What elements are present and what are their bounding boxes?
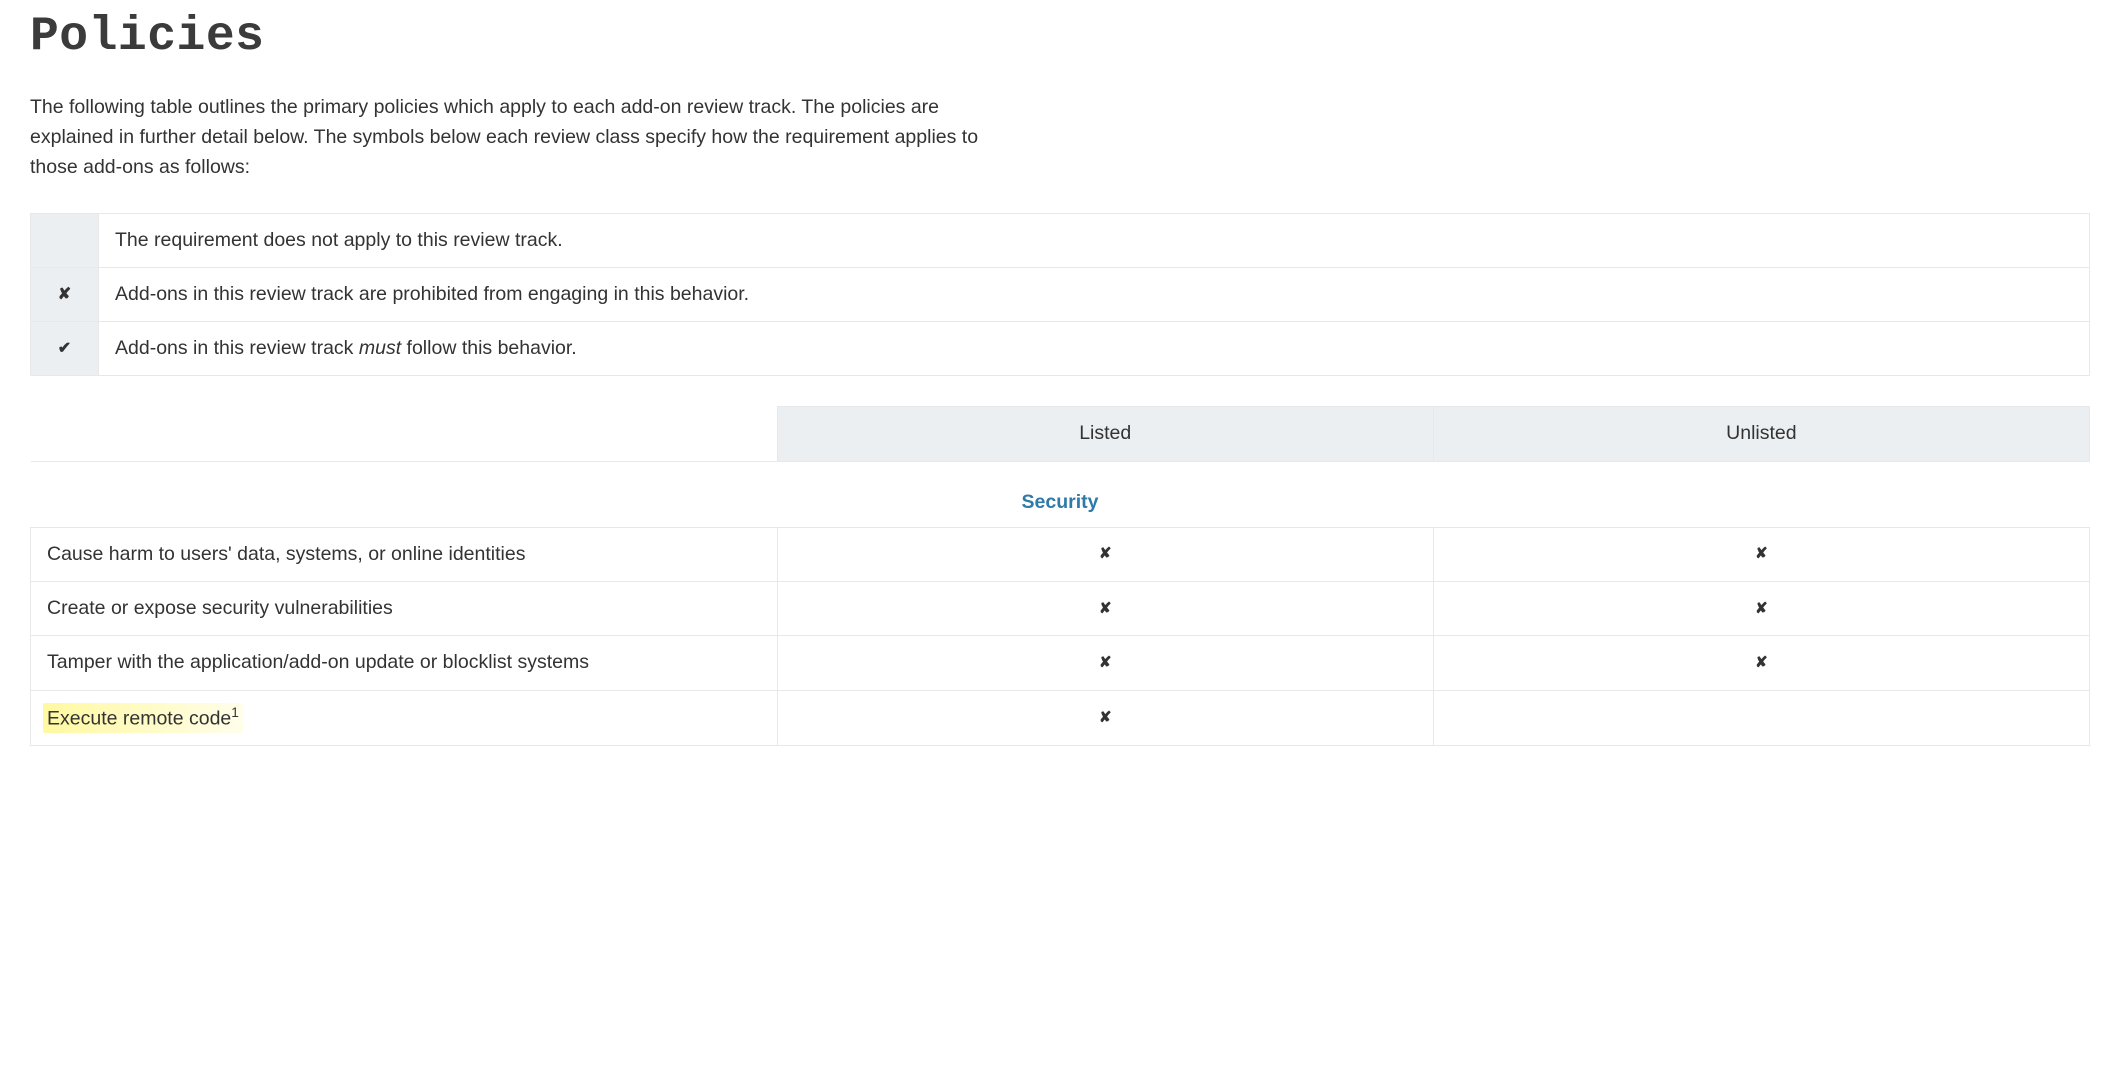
policy-label: Tamper with the application/add-on updat… bbox=[31, 636, 778, 690]
policy-label: Execute remote code1 bbox=[31, 690, 778, 746]
policy-unlisted-cell: ✘ bbox=[1433, 527, 2089, 581]
policy-row: Tamper with the application/add-on updat… bbox=[31, 636, 2090, 690]
policy-row: Cause harm to users' data, systems, or o… bbox=[31, 527, 2090, 581]
policy-unlisted-cell bbox=[1433, 690, 2089, 746]
page-title: Policies bbox=[30, 10, 2090, 64]
policy-row: Create or expose security vulnerabilitie… bbox=[31, 582, 2090, 636]
legend-desc-text: Add-ons in this review track bbox=[115, 337, 359, 359]
highlighted-label: Execute remote code1 bbox=[43, 703, 243, 734]
policy-listed-cell: ✘ bbox=[777, 582, 1433, 636]
intro-paragraph: The following table outlines the primary… bbox=[30, 92, 990, 183]
policy-unlisted-cell: ✘ bbox=[1433, 636, 2089, 690]
legend-desc-text: follow this behavior. bbox=[401, 337, 577, 359]
policy-label: Create or expose security vulnerabilitie… bbox=[31, 582, 778, 636]
section-heading-security: Security bbox=[31, 461, 2090, 527]
policy-listed-cell: ✘ bbox=[777, 690, 1433, 746]
footnote-ref: 1 bbox=[231, 705, 239, 720]
legend-symbol bbox=[31, 213, 99, 267]
legend-row: ✘ Add-ons in this review track are prohi… bbox=[31, 267, 2090, 321]
legend-table: The requirement does not apply to this r… bbox=[30, 213, 2090, 377]
header-listed: Listed bbox=[777, 407, 1433, 461]
legend-desc-italic: must bbox=[359, 337, 401, 359]
legend-symbol-x: ✘ bbox=[31, 267, 99, 321]
policy-row: Execute remote code1 ✘ bbox=[31, 690, 2090, 746]
legend-desc: The requirement does not apply to this r… bbox=[99, 213, 2090, 267]
legend-desc: Add-ons in this review track are prohibi… bbox=[99, 267, 2090, 321]
legend-row: The requirement does not apply to this r… bbox=[31, 213, 2090, 267]
legend-symbol-check: ✔ bbox=[31, 322, 99, 376]
blank-header bbox=[31, 407, 778, 461]
policy-unlisted-cell: ✘ bbox=[1433, 582, 2089, 636]
section-row: Security bbox=[31, 461, 2090, 527]
policy-label-text: Execute remote code bbox=[47, 707, 231, 729]
header-unlisted: Unlisted bbox=[1433, 407, 2089, 461]
policy-listed-cell: ✘ bbox=[777, 636, 1433, 690]
policy-table: Listed Unlisted Security Cause harm to u… bbox=[30, 406, 2090, 746]
policy-label: Cause harm to users' data, systems, or o… bbox=[31, 527, 778, 581]
legend-desc: Add-ons in this review track must follow… bbox=[99, 322, 2090, 376]
policy-header-row: Listed Unlisted bbox=[31, 407, 2090, 461]
policy-listed-cell: ✘ bbox=[777, 527, 1433, 581]
legend-row: ✔ Add-ons in this review track must foll… bbox=[31, 322, 2090, 376]
